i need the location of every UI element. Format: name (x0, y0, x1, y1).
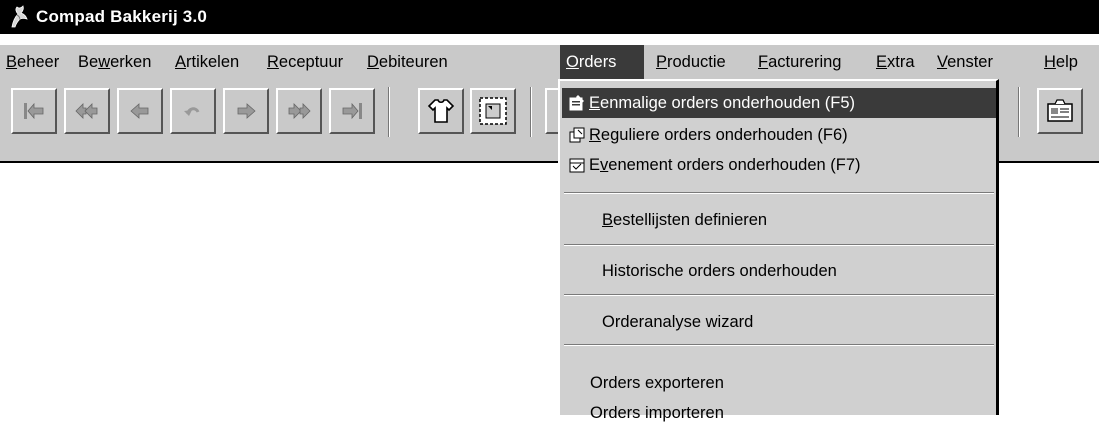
menu-debiteuren-accel: D (367, 53, 379, 71)
undo-button[interactable] (170, 88, 216, 134)
first-record-button[interactable] (11, 88, 57, 134)
menu-bewerken-rest: erken (110, 53, 152, 71)
select-button[interactable] (470, 88, 516, 134)
last-record-icon (342, 102, 362, 120)
accelerator-key: B (602, 211, 614, 229)
card-file-button[interactable] (1037, 88, 1083, 134)
next-record-icon (237, 103, 256, 119)
menu-orders-accel: O (566, 53, 579, 71)
menu-bar: Beheer Bewerken Artikelen Receptuur Debi… (0, 45, 1099, 79)
menu-item-orders-importeren[interactable]: Orders importeren (562, 398, 996, 428)
menu-item-reguliere-orders[interactable]: Reguliere orders onderhouden (F6) (562, 120, 996, 150)
menu-separator (564, 192, 994, 194)
previous-record-button[interactable] (117, 88, 163, 134)
menu-artikelen-rest: rtikelen (186, 53, 240, 71)
menu-item-label: Bestellijsten definieren (602, 205, 767, 235)
recurring-order-icon (569, 127, 585, 143)
title-bar[interactable]: Compad Bakkerij 3.0 (0, 0, 1099, 34)
menu-separator (564, 344, 994, 346)
last-record-button[interactable] (329, 88, 375, 134)
menu-productie[interactable]: Productie (650, 45, 732, 79)
menu-productie-rest: roductie (667, 53, 726, 71)
menu-artikelen-accel: A (175, 53, 187, 71)
toolbar-separator (1018, 87, 1020, 137)
menu-beheer-accel: B (6, 53, 18, 71)
menu-item-bestellijsten[interactable]: Bestellijsten definieren (562, 205, 996, 235)
menu-separator (564, 244, 994, 246)
accelerator-key: E (589, 94, 601, 112)
menu-receptuur-rest: eceptuur (278, 53, 344, 71)
menu-item-label: Orders importeren (590, 404, 724, 422)
menu-artikelen[interactable]: Artikelen (169, 45, 245, 79)
menu-facturering[interactable]: Facturering (752, 45, 847, 79)
menu-bewerken-pre: Be (78, 53, 99, 71)
menu-extra-rest: xtra (887, 53, 915, 71)
menu-item-label-rest: enement orders onderhouden (F7) (608, 156, 861, 174)
menu-item-label: Orderanalyse wizard (602, 313, 754, 331)
menu-item-label-rest: estellijsten definieren (613, 211, 768, 229)
menu-extra-accel: E (876, 53, 888, 71)
previous-page-icon (75, 103, 98, 119)
menu-facturering-accel: F (758, 53, 769, 71)
menu-item-eenmalige-orders[interactable]: Eenmalige orders onderhouden (F5) (562, 88, 996, 118)
menu-item-orderanalyse-wizard[interactable]: Orderanalyse wizard (562, 307, 996, 337)
menu-help-accel: H (1044, 53, 1056, 71)
menu-item-label-rest: enmalige orders onderhouden (F5) (600, 94, 856, 112)
accelerator-key: R (589, 126, 601, 144)
card-file-icon (1047, 99, 1073, 122)
menu-item-evenement-orders[interactable]: Evenement orders onderhouden (F7) (562, 150, 996, 180)
event-order-icon (569, 158, 585, 173)
previous-page-button[interactable] (64, 88, 110, 134)
menu-item-label: Reguliere orders onderhouden (F6) (589, 120, 848, 150)
menu-bewerken-accel: w (98, 53, 111, 71)
toolbar-separator (388, 87, 390, 137)
next-record-button[interactable] (223, 88, 269, 134)
menu-receptuur[interactable]: Receptuur (261, 45, 349, 79)
order-edit-icon (569, 95, 584, 111)
orders-menu: Eenmalige orders onderhouden (F5) Reguli… (558, 79, 999, 422)
bakery-logo-icon (11, 5, 28, 28)
previous-record-icon (130, 103, 149, 119)
next-page-icon (288, 103, 311, 119)
menu-debiteuren-rest: ebiteuren (378, 53, 448, 71)
toolbar-separator (530, 87, 532, 137)
menu-venster-accel: V (937, 53, 948, 71)
undo-icon (184, 107, 200, 116)
menu-bewerken[interactable]: Bewerken (72, 45, 157, 79)
menu-facturering-rest: acturering (768, 53, 842, 71)
menu-item-label: Historische orders onderhouden (602, 262, 837, 280)
shirt-button[interactable] (418, 88, 464, 134)
menu-item-label: Evenement orders onderhouden (F7) (589, 150, 861, 180)
menu-item-label: Orders exporteren (590, 374, 724, 392)
menu-separator (564, 294, 994, 296)
menu-orders-rest: rders (578, 53, 617, 71)
menu-receptuur-accel: R (267, 53, 279, 71)
menu-extra[interactable]: Extra (870, 45, 921, 79)
select-icon (479, 97, 507, 125)
menu-beheer-rest: eheer (17, 53, 60, 71)
menu-venster-rest: enster (947, 53, 993, 71)
menu-item-label-pre: E (589, 156, 601, 174)
menu-beheer[interactable]: Beheer (0, 45, 65, 79)
menu-venster[interactable]: Venster (931, 45, 999, 79)
shirt-icon (427, 99, 455, 123)
menu-item-label: Eenmalige orders onderhouden (F5) (589, 88, 855, 118)
menu-debiteuren[interactable]: Debiteuren (361, 45, 454, 79)
menu-orders[interactable]: Orders (560, 45, 644, 79)
window-title: Compad Bakkerij 3.0 (36, 7, 208, 26)
menu-help[interactable]: Help (1038, 45, 1084, 79)
menu-productie-accel: P (656, 53, 668, 71)
menu-item-historische-orders[interactable]: Historische orders onderhouden (562, 256, 996, 286)
next-page-button[interactable] (276, 88, 322, 134)
menu-help-rest: elp (1055, 53, 1078, 71)
menu-item-orders-exporteren[interactable]: Orders exporteren (562, 368, 996, 398)
first-record-icon (24, 102, 44, 120)
menu-item-label-rest: eguliere orders onderhouden (F6) (600, 126, 848, 144)
